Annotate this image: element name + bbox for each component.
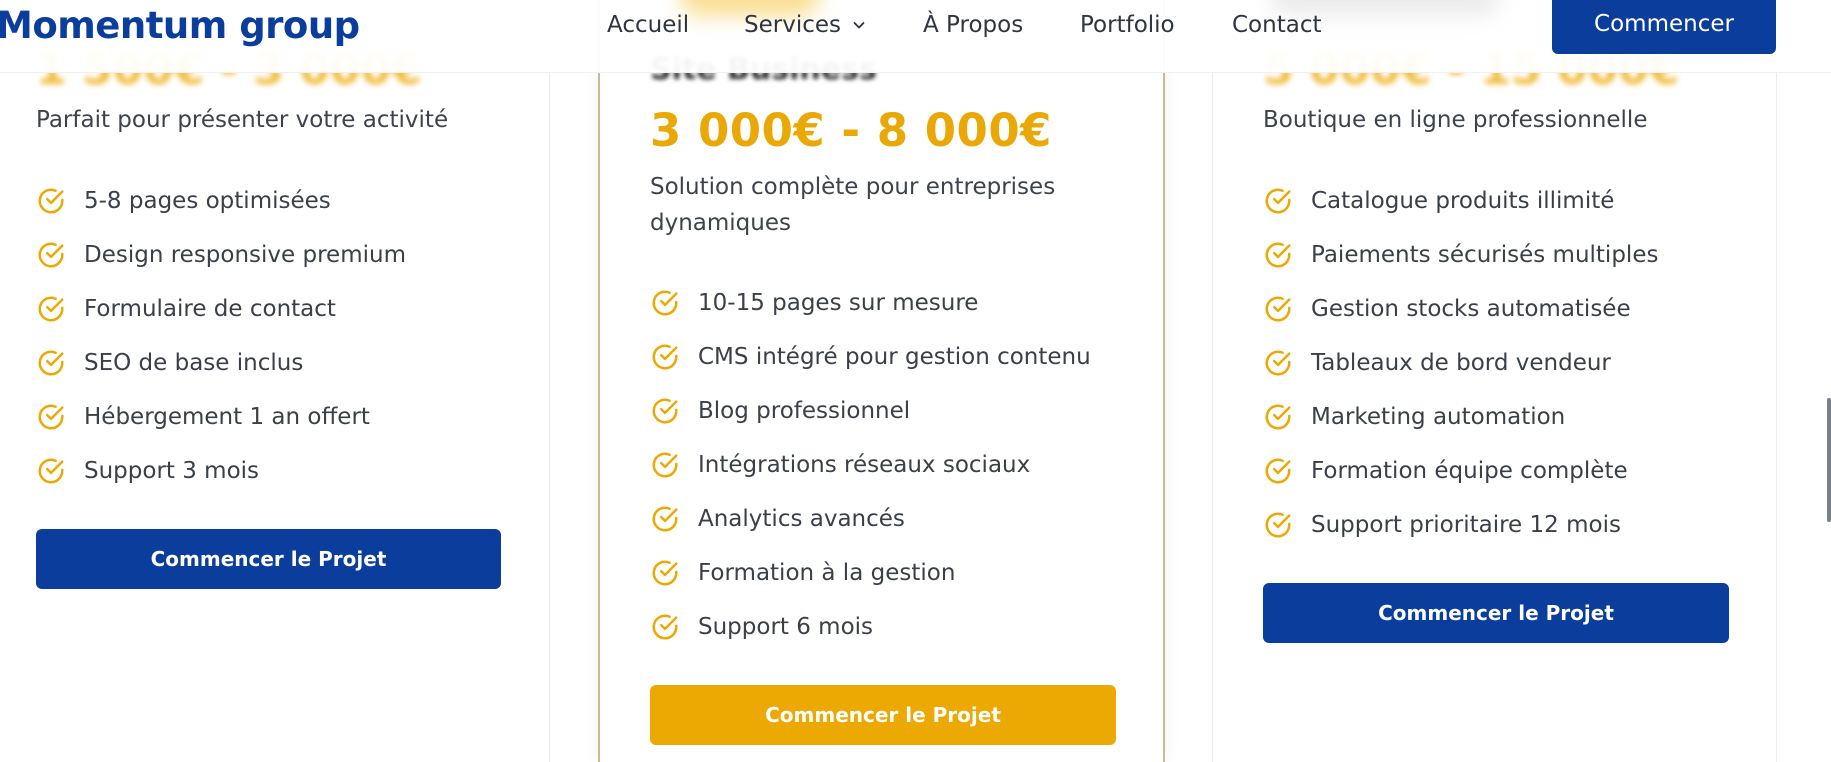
- nav-item-label: Services: [744, 12, 841, 38]
- start-project-button[interactable]: Commencer le Projet: [650, 685, 1116, 745]
- feature-label: Marketing automation: [1311, 404, 1566, 430]
- check-circle-icon: [1265, 188, 1291, 214]
- check-circle-icon: [38, 404, 64, 430]
- check-circle-icon: [652, 398, 678, 424]
- nav-item-portfolio[interactable]: Portfolio: [1080, 10, 1175, 40]
- feature-label: 5-8 pages optimisées: [84, 188, 331, 214]
- feature-label: Formulaire de contact: [84, 296, 336, 322]
- check-circle-icon: [652, 290, 678, 316]
- feature-label: Gestion stocks automatisée: [1311, 296, 1631, 322]
- check-circle-icon: [652, 452, 678, 478]
- feature-label: 10-15 pages sur mesure: [698, 290, 979, 316]
- chevron-down-icon: [853, 22, 865, 29]
- feature-label: Hébergement 1 an offert: [84, 404, 370, 430]
- feature-item: Gestion stocks automatisée: [1263, 282, 1658, 336]
- feature-list: 5-8 pages optimisées Design responsive p…: [36, 174, 406, 498]
- check-circle-icon: [1265, 350, 1291, 376]
- check-circle-icon: [1265, 512, 1291, 538]
- site-header: Momentum group Accueil Services À Propos…: [0, 0, 1831, 73]
- feature-item: Formation à la gestion: [650, 546, 1091, 600]
- scrollbar-thumb[interactable]: [1827, 398, 1831, 522]
- check-circle-icon: [1265, 242, 1291, 268]
- feature-item: SEO de base inclus: [36, 336, 406, 390]
- feature-item: CMS intégré pour gestion contenu: [650, 330, 1091, 384]
- feature-item: Formulaire de contact: [36, 282, 406, 336]
- feature-label: SEO de base inclus: [84, 350, 304, 376]
- check-circle-icon: [652, 560, 678, 586]
- feature-item: Intégrations réseaux sociaux: [650, 438, 1091, 492]
- start-project-button[interactable]: Commencer le Projet: [36, 529, 501, 589]
- feature-label: Design responsive premium: [84, 242, 406, 268]
- feature-item: Marketing automation: [1263, 390, 1658, 444]
- feature-list: Catalogue produits illimité Paiements sé…: [1263, 174, 1658, 552]
- pricing-card-business: Site Business 3 000€ - 8 000€ Solution c…: [598, 0, 1165, 762]
- nav-item-accueil[interactable]: Accueil: [607, 10, 689, 40]
- header-start-button[interactable]: Commencer: [1552, 0, 1776, 54]
- check-circle-icon: [1265, 458, 1291, 484]
- plan-description: Boutique en ligne professionnelle: [1263, 107, 1648, 133]
- pricing-section: 1 500€ - 3 000€ Parfait pour présenter v…: [0, 0, 1831, 762]
- nav-item-contact[interactable]: Contact: [1232, 10, 1321, 40]
- feature-label: Support 6 mois: [698, 614, 874, 640]
- feature-item: Support 3 mois: [36, 444, 406, 498]
- check-circle-icon: [38, 296, 64, 322]
- feature-item: Support 6 mois: [650, 600, 1091, 654]
- feature-item: Hébergement 1 an offert: [36, 390, 406, 444]
- feature-item: Analytics avancés: [650, 492, 1091, 546]
- nav-item-services[interactable]: Services: [744, 10, 867, 40]
- plan-description: Solution complète pour entreprises dynam…: [650, 174, 1056, 236]
- check-circle-icon: [38, 242, 64, 268]
- pricing-card-vitrine: 1 500€ - 3 000€ Parfait pour présenter v…: [0, 0, 550, 762]
- check-circle-icon: [652, 344, 678, 370]
- check-circle-icon: [38, 188, 64, 214]
- feature-label: CMS intégré pour gestion contenu: [698, 344, 1091, 370]
- feature-list: 10-15 pages sur mesure CMS intégré pour …: [650, 276, 1091, 654]
- feature-label: Catalogue produits illimité: [1311, 188, 1615, 214]
- check-circle-icon: [38, 458, 64, 484]
- plan-price: 3 000€ - 8 000€: [650, 104, 1052, 157]
- feature-item: Catalogue produits illimité: [1263, 174, 1658, 228]
- check-circle-icon: [1265, 296, 1291, 322]
- feature-item: Tableaux de bord vendeur: [1263, 336, 1658, 390]
- feature-label: Formation équipe complète: [1311, 458, 1628, 484]
- plan-description: Parfait pour présenter votre activité: [36, 107, 449, 133]
- feature-label: Support prioritaire 12 mois: [1311, 512, 1621, 538]
- check-circle-icon: [1265, 404, 1291, 430]
- feature-label: Support 3 mois: [84, 458, 260, 484]
- feature-item: 10-15 pages sur mesure: [650, 276, 1091, 330]
- feature-label: Tableaux de bord vendeur: [1311, 350, 1611, 376]
- feature-item: Blog professionnel: [650, 384, 1091, 438]
- feature-item: 5-8 pages optimisées: [36, 174, 406, 228]
- feature-item: Support prioritaire 12 mois: [1263, 498, 1658, 552]
- feature-item: Design responsive premium: [36, 228, 406, 282]
- start-project-button[interactable]: Commencer le Projet: [1263, 583, 1729, 643]
- pricing-card-ecommerce: 5 000€ - 15 000€ Boutique en ligne profe…: [1212, 0, 1777, 762]
- feature-label: Blog professionnel: [698, 398, 911, 424]
- nav-item-a-propos[interactable]: À Propos: [923, 10, 1023, 40]
- feature-label: Analytics avancés: [698, 506, 905, 532]
- check-circle-icon: [38, 350, 64, 376]
- check-circle-icon: [652, 506, 678, 532]
- feature-item: Paiements sécurisés multiples: [1263, 228, 1658, 282]
- site-logo[interactable]: Momentum group: [0, 4, 360, 47]
- feature-label: Formation à la gestion: [698, 560, 956, 586]
- check-circle-icon: [652, 614, 678, 640]
- feature-item: Formation équipe complète: [1263, 444, 1658, 498]
- feature-label: Paiements sécurisés multiples: [1311, 242, 1659, 268]
- feature-label: Intégrations réseaux sociaux: [698, 452, 1031, 478]
